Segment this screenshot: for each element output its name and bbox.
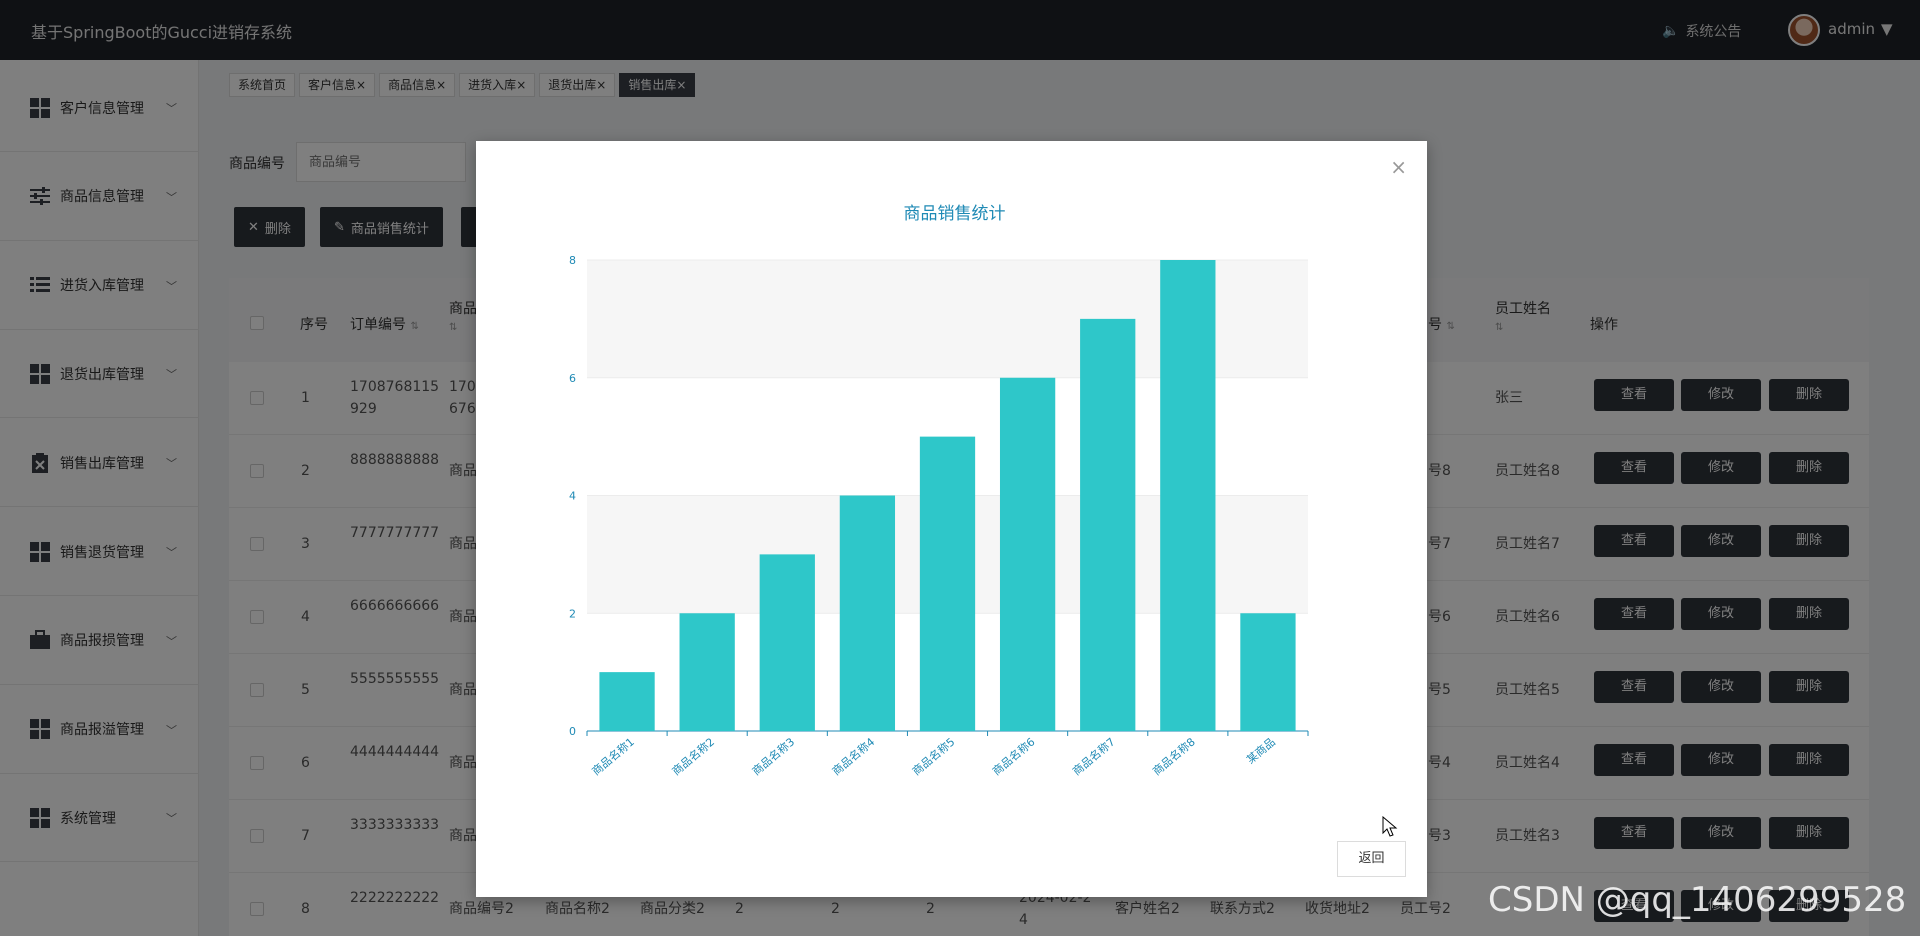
bar-7 xyxy=(1080,318,1136,731)
x-tick-label: 商品名称3 xyxy=(749,735,797,779)
y-tick-label: 2 xyxy=(569,607,576,620)
x-tick-label: 商品名称5 xyxy=(909,735,957,779)
chart-title: 商品销售统计 xyxy=(904,204,1006,224)
y-tick-label: 0 xyxy=(569,725,576,738)
bar-3 xyxy=(759,554,815,731)
y-tick-label: 8 xyxy=(569,254,576,267)
x-tick-label: 商品名称8 xyxy=(1150,735,1198,779)
sales-stats-dialog: × 商品销售统计 0 2 4 6 8 商品名称1 商品名称2 商品名称3 商品名称4 商品名称5 商品… xyxy=(476,141,1427,897)
return-button[interactable]: 返回 xyxy=(1337,841,1406,877)
bar-4 xyxy=(839,495,896,731)
watermark: CSDN @qq_1406299528 xyxy=(1488,880,1907,920)
y-tick-label: 6 xyxy=(569,372,576,385)
x-tick-label: 商品名称7 xyxy=(1070,735,1118,779)
bar-2 xyxy=(679,613,735,731)
mouse-cursor-icon xyxy=(1382,816,1398,837)
sales-bar-chart: 商品销售统计 0 2 4 6 8 商品名称1 商品名称2 商品名称3 商品名称4 商品名称5 商品名称… xyxy=(569,204,1309,779)
x-tick-label: 商品名称1 xyxy=(589,735,637,779)
bar-1 xyxy=(599,672,655,731)
bar-8 xyxy=(1160,260,1216,731)
bar-6 xyxy=(999,377,1056,731)
bar-9 xyxy=(1240,613,1296,731)
x-tick-label: 某商品 xyxy=(1244,735,1278,767)
x-tick-label: 商品名称2 xyxy=(669,735,717,779)
bar-5 xyxy=(919,436,976,731)
x-tick-label: 商品名称4 xyxy=(829,735,877,779)
x-tick-label: 商品名称6 xyxy=(989,735,1037,779)
y-tick-label: 4 xyxy=(569,490,576,503)
